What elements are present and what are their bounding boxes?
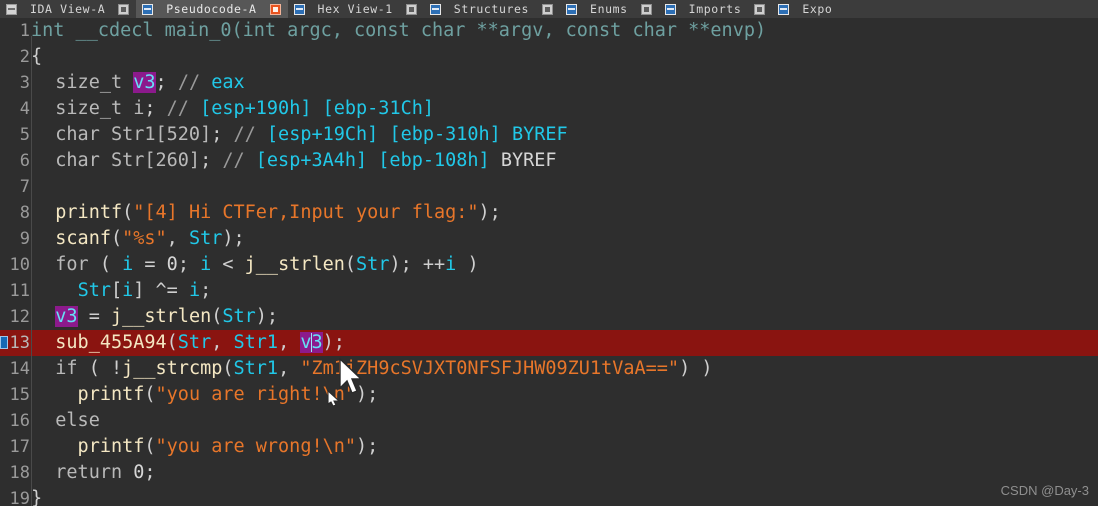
code-line-text: char Str[260]; // [esp+3A4h] [ebp-108h] …	[33, 150, 557, 171]
tab-ida-view-a[interactable]: IDA View-A	[0, 0, 137, 18]
tab-imports[interactable]: Imports	[658, 0, 773, 18]
line-number: 15	[9, 385, 30, 405]
breakpoint-marker-icon[interactable]	[0, 336, 8, 349]
line-number: 6	[19, 151, 30, 171]
view-tab-bar[interactable]: IDA View-A Pseudocode-A Hex View-1 Struc…	[0, 0, 1098, 19]
line-number: 11	[9, 281, 30, 301]
line-number: 3	[19, 73, 30, 93]
code-line-text: }	[31, 488, 43, 506]
line-number: 10	[9, 255, 30, 275]
code-line[interactable]: 9 scanf("%s", Str);	[0, 226, 1098, 252]
line-number: 17	[9, 437, 30, 457]
code-line[interactable]: 7	[0, 174, 1098, 200]
code-line[interactable]: 11 Str[i] ^= i;	[0, 278, 1098, 304]
tab-hex-view-1[interactable]: Hex View-1	[287, 0, 424, 18]
code-line-current[interactable]: 13 sub_455A94(Str, Str1, v3);	[0, 330, 1098, 356]
tab-label: Enums	[590, 2, 628, 16]
line-number: 5	[19, 125, 30, 145]
line-number: 18	[9, 463, 30, 483]
code-line[interactable]: 16 else	[0, 408, 1098, 434]
line-number: 7	[19, 177, 30, 197]
code-line[interactable]: 1 int __cdecl main_0(int argc, const cha…	[0, 18, 1098, 44]
code-line-text: size_t v3; // eax	[33, 72, 245, 93]
tab-exports[interactable]: Expo	[772, 0, 846, 18]
code-line[interactable]: 10 for ( i = 0; i < j__strlen(Str); ++i …	[0, 252, 1098, 278]
close-icon[interactable]	[542, 3, 554, 15]
enums-icon	[566, 3, 578, 15]
watermark-text: CSDN @Day-3	[1000, 483, 1089, 498]
tab-label: Structures	[453, 2, 530, 16]
tab-enums[interactable]: Enums	[560, 0, 659, 18]
code-line-text: printf("you are right!\n");	[33, 384, 379, 405]
code-line[interactable]: 5 char Str1[520]; // [esp+19Ch] [ebp-310…	[0, 122, 1098, 148]
line-number: 2	[19, 47, 30, 67]
close-icon[interactable]	[405, 3, 417, 15]
code-line-text: size_t i; // [esp+190h] [ebp-31Ch]	[33, 98, 434, 119]
tab-label: Pseudocode-A	[166, 2, 257, 16]
tab-label: Hex View-1	[317, 2, 393, 16]
code-line-text: {	[31, 46, 43, 67]
code-line-text: printf("[4] Hi CTFer,Input your flag:");	[33, 202, 501, 223]
highlighted-variable[interactable]: v3	[133, 72, 156, 93]
gutter-divider	[31, 36, 32, 506]
code-line[interactable]: 19 }	[0, 486, 1098, 506]
code-line-text: for ( i = 0; i < j__strlen(Str); ++i )	[33, 254, 479, 275]
document-icon	[6, 3, 17, 15]
code-line-text: else	[33, 410, 100, 431]
exports-icon	[778, 3, 790, 15]
code-line[interactable]: 18 return 0;	[0, 460, 1098, 486]
code-line[interactable]: 14 if ( !j__strcmp(Str1, "Zm1jZH9cSVJXT0…	[0, 356, 1098, 382]
code-line-text: Str[i] ^= i;	[77, 280, 212, 301]
line-number: 16	[9, 411, 30, 431]
line-number: 1	[19, 21, 30, 41]
close-icon[interactable]	[754, 3, 766, 15]
line-number: 9	[19, 229, 30, 249]
code-line-text: return 0;	[33, 462, 156, 483]
tab-structures[interactable]: Structures	[423, 0, 561, 18]
tab-label: IDA View-A	[30, 2, 106, 16]
line-number: 19	[9, 489, 30, 506]
code-line[interactable]: 2 {	[0, 44, 1098, 70]
highlighted-variable[interactable]: v3	[55, 306, 78, 327]
code-line[interactable]: 15 printf("you are right!\n");	[0, 382, 1098, 408]
hex-view-icon	[293, 3, 305, 15]
line-number: 12	[9, 307, 30, 327]
code-line[interactable]: 3 size_t v3; // eax	[0, 70, 1098, 96]
tab-pseudocode-a[interactable]: Pseudocode-A	[136, 0, 288, 18]
code-line[interactable]: 4 size_t i; // [esp+190h] [ebp-31Ch]	[0, 96, 1098, 122]
code-line-text: char Str1[520]; // [esp+19Ch] [ebp-310h]…	[33, 124, 568, 145]
pseudocode-editor[interactable]: 1 int __cdecl main_0(int argc, const cha…	[0, 18, 1098, 506]
highlighted-variable[interactable]: v3	[300, 332, 323, 353]
close-icon[interactable]	[269, 3, 281, 15]
code-line-text: v3 = j__strlen(Str);	[55, 306, 279, 327]
code-line-text: if ( !j__strcmp(Str1, "Zm1jZH9cSVJXT0NFS…	[33, 358, 713, 379]
text-caret	[311, 333, 313, 352]
line-number: 14	[9, 359, 30, 379]
pseudocode-icon	[142, 3, 154, 15]
line-number: 4	[19, 99, 30, 119]
code-line-text: sub_455A94(Str, Str1, v3);	[33, 332, 345, 353]
code-line-text: scanf("%s", Str);	[33, 228, 245, 249]
close-icon[interactable]	[118, 3, 130, 15]
code-line-text: printf("you are wrong!\n");	[33, 436, 379, 457]
code-line[interactable]: 8 printf("[4] Hi CTFer,Input your flag:"…	[0, 200, 1098, 226]
code-line-text: int __cdecl main_0(int argc, const char …	[31, 20, 767, 41]
code-line[interactable]: 12 v3 = j__strlen(Str);	[0, 304, 1098, 330]
imports-icon	[664, 3, 676, 15]
tab-label: Expo	[802, 2, 833, 16]
line-number: 8	[19, 203, 30, 223]
structures-icon	[429, 3, 441, 15]
close-icon[interactable]	[640, 3, 652, 15]
tab-label: Imports	[688, 2, 742, 16]
code-line[interactable]: 17 printf("you are wrong!\n");	[0, 434, 1098, 460]
code-line[interactable]: 6 char Str[260]; // [esp+3A4h] [ebp-108h…	[0, 148, 1098, 174]
